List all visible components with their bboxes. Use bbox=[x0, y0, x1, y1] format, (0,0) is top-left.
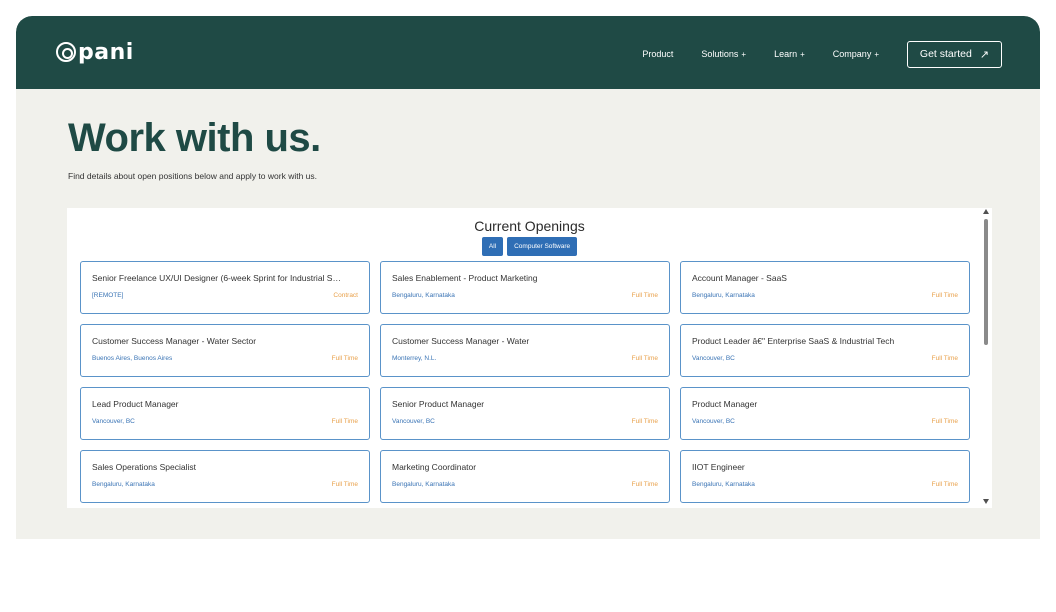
job-card[interactable]: Customer Success Manager - Water Monterr… bbox=[380, 324, 670, 377]
job-location: [REMOTE] bbox=[92, 292, 124, 299]
job-location: Vancouver, BC bbox=[392, 418, 435, 425]
filter-bar: All Computer Software bbox=[67, 237, 992, 256]
plus-icon: + bbox=[874, 49, 879, 59]
plus-icon: + bbox=[800, 49, 805, 59]
page: pani Product Solutions + Learn + Company… bbox=[16, 16, 1040, 539]
job-type: Full Time bbox=[931, 418, 958, 425]
job-card[interactable]: Product Leader â€" Enterprise SaaS & Ind… bbox=[680, 324, 970, 377]
job-type: Full Time bbox=[631, 481, 658, 488]
job-title: Lead Product Manager bbox=[92, 399, 179, 409]
job-card[interactable]: Product Manager Vancouver, BC Full Time bbox=[680, 387, 970, 440]
job-type: Full Time bbox=[931, 355, 958, 362]
openings-title: Current Openings bbox=[474, 218, 585, 234]
job-location: Vancouver, BC bbox=[692, 355, 735, 362]
pani-logo-icon bbox=[56, 42, 76, 62]
job-card[interactable]: Customer Success Manager - Water Sector … bbox=[80, 324, 370, 377]
get-started-label: Get started bbox=[919, 48, 972, 60]
nav-item-learn[interactable]: Learn + bbox=[774, 49, 805, 59]
job-type: Full Time bbox=[331, 418, 358, 425]
nav-item-company[interactable]: Company + bbox=[833, 49, 879, 59]
job-card[interactable]: Account Manager - SaaS Bengaluru, Karnat… bbox=[680, 261, 970, 314]
job-title: Customer Success Manager - Water bbox=[392, 336, 530, 346]
nav-item-label: Solutions bbox=[701, 49, 739, 59]
nav-links: Product Solutions + Learn + Company + Ge… bbox=[642, 40, 1002, 68]
job-location: Vancouver, BC bbox=[92, 418, 135, 425]
job-card[interactable]: Senior Freelance UX/UI Designer (6-week … bbox=[80, 261, 370, 314]
plus-icon: + bbox=[741, 49, 747, 59]
job-title: Customer Success Manager - Water Sector bbox=[92, 336, 257, 346]
job-title: Sales Enablement - Product Marketing bbox=[392, 273, 538, 283]
job-title: Senior Freelance UX/UI Designer (6-week … bbox=[92, 273, 341, 283]
job-card[interactable]: Lead Product Manager Vancouver, BC Full … bbox=[80, 387, 370, 440]
nav-item-label: Learn bbox=[774, 49, 798, 59]
job-type: Full Time bbox=[331, 355, 358, 362]
job-type: Full Time bbox=[931, 292, 958, 299]
job-card[interactable]: Sales Enablement - Product Marketing Ben… bbox=[380, 261, 670, 314]
page-title: Work with us. bbox=[68, 116, 321, 160]
job-title: Account Manager - SaaS bbox=[692, 273, 787, 283]
job-location: Monterrey, N.L. bbox=[392, 355, 437, 362]
navbar: pani Product Solutions + Learn + Company… bbox=[16, 16, 1040, 89]
job-location: Buenos Aires, Buenos Aires bbox=[92, 355, 173, 362]
job-title: Sales Operations Specialist bbox=[92, 462, 196, 472]
job-card[interactable]: Marketing Coordinator Bengaluru, Karnata… bbox=[380, 450, 670, 503]
page-subtitle: Find details about open positions below … bbox=[68, 171, 318, 181]
arrow-up-right-icon: ↗ bbox=[979, 48, 990, 61]
job-card[interactable]: Sales Operations Specialist Bengaluru, K… bbox=[80, 450, 370, 503]
job-type: Full Time bbox=[331, 481, 358, 488]
nav-item-label: Product bbox=[642, 49, 674, 59]
job-location: Vancouver, BC bbox=[692, 418, 735, 425]
job-type: Full Time bbox=[931, 481, 958, 488]
job-title: IIOT Engineer bbox=[692, 462, 745, 472]
logo[interactable]: pani bbox=[56, 38, 134, 66]
job-type: Contract bbox=[333, 292, 358, 299]
job-card[interactable]: Senior Product Manager Vancouver, BC Ful… bbox=[380, 387, 670, 440]
scrollbar-thumb[interactable] bbox=[984, 219, 988, 345]
job-card[interactable]: IIOT Engineer Bengaluru, Karnataka Full … bbox=[680, 450, 970, 503]
scroll-down-arrow-icon[interactable] bbox=[983, 499, 989, 504]
job-location: Bengaluru, Karnataka bbox=[692, 292, 755, 299]
filter-all-button[interactable]: All bbox=[481, 237, 504, 256]
job-location: Bengaluru, Karnataka bbox=[692, 481, 755, 488]
job-type: Full Time bbox=[631, 292, 658, 299]
job-title: Senior Product Manager bbox=[392, 399, 485, 409]
openings-widget: Current Openings All Computer Software S… bbox=[67, 208, 992, 508]
job-title: Product Leader â€" Enterprise SaaS & Ind… bbox=[692, 336, 895, 346]
job-type: Full Time bbox=[631, 355, 658, 362]
job-location: Bengaluru, Karnataka bbox=[392, 481, 455, 488]
filter-computer-software-button[interactable]: Computer Software bbox=[507, 237, 578, 256]
nav-item-solutions[interactable]: Solutions + bbox=[701, 49, 746, 59]
get-started-button[interactable]: Get started ↗ bbox=[907, 40, 1002, 68]
job-grid: Senior Freelance UX/UI Designer (6-week … bbox=[80, 261, 970, 503]
nav-item-product[interactable]: Product bbox=[642, 49, 673, 59]
job-location: Bengaluru, Karnataka bbox=[392, 292, 455, 299]
job-type: Full Time bbox=[631, 418, 658, 425]
logo-text: pani bbox=[78, 39, 134, 65]
job-location: Bengaluru, Karnataka bbox=[92, 481, 155, 488]
job-title: Product Manager bbox=[692, 399, 758, 409]
openings-scrollbar[interactable] bbox=[981, 208, 992, 508]
scroll-up-arrow-icon[interactable] bbox=[983, 209, 989, 214]
job-title: Marketing Coordinator bbox=[392, 462, 477, 472]
nav-item-label: Company bbox=[832, 49, 872, 59]
